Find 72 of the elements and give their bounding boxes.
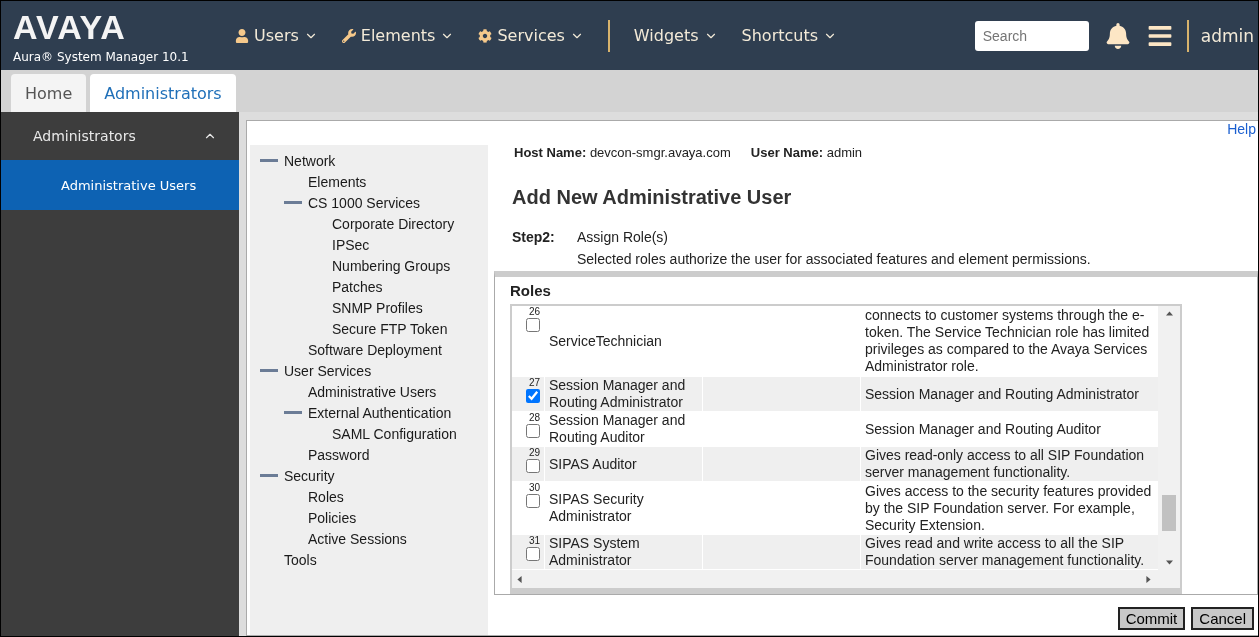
role-checkbox[interactable]: [526, 459, 540, 473]
row-number: 31: [528, 535, 540, 546]
help-link[interactable]: Help: [1227, 121, 1258, 137]
tree-link[interactable]: External Authentication: [308, 404, 452, 421]
tree-link[interactable]: Patches: [332, 278, 383, 295]
role-name: SIPAS Security Administrator: [544, 482, 702, 534]
roles-heading: Roles: [510, 282, 552, 299]
step-title: Assign Role(s): [577, 229, 670, 245]
row-number: 30: [528, 482, 540, 493]
tree-link[interactable]: Password: [308, 446, 370, 463]
row-number: 26: [528, 306, 540, 317]
tree-link[interactable]: Elements: [308, 173, 367, 190]
tree-link[interactable]: Active Sessions: [308, 530, 407, 547]
search-field[interactable]: Search: [974, 20, 1089, 51]
tree-link[interactable]: Security: [284, 467, 335, 484]
wrench-icon: [341, 28, 356, 43]
row-number: 29: [528, 447, 540, 458]
action-button[interactable]: Commit: [1117, 607, 1186, 630]
tree-link[interactable]: Software Deployment: [308, 341, 442, 358]
tab[interactable]: Administrators: [90, 74, 236, 112]
user-icon: [235, 28, 249, 43]
scroll-down-icon[interactable]: [1165, 559, 1173, 566]
role-checkbox[interactable]: [526, 424, 540, 438]
user-name[interactable]: admin: [1200, 25, 1254, 46]
host-name: Host Name: devcon-smgr.avaya.com: [514, 145, 731, 160]
tree-link[interactable]: Administrative Users: [308, 383, 437, 400]
tree-link[interactable]: Numbering Groups: [332, 257, 451, 274]
tree-link[interactable]: SAML Configuration: [332, 425, 457, 442]
sidebar-section[interactable]: Administrators: [1, 112, 239, 160]
tree-link[interactable]: CS 1000 Services: [308, 194, 421, 211]
vertical-scrollbar[interactable]: [1158, 306, 1180, 570]
page-title: Add New Administrative User: [512, 186, 793, 209]
tree-link[interactable]: User Services: [284, 362, 372, 379]
nav-menu[interactable]: Widgets: [621, 26, 730, 45]
user-name-text: User Name: admin: [750, 145, 863, 160]
tree-link[interactable]: Tools: [284, 551, 317, 568]
role-checkbox[interactable]: [526, 547, 540, 561]
role-checkbox[interactable]: [526, 318, 540, 332]
sidebar-item[interactable]: Administrative Users: [1, 160, 239, 210]
action-button[interactable]: Cancel: [1191, 607, 1254, 630]
role-checkbox[interactable]: [526, 389, 540, 403]
product-name: Aura® System Manager 10.1: [13, 49, 190, 64]
tab[interactable]: Home: [11, 74, 87, 112]
step-description: Selected roles authorize the user for associated features and element permissions.: [577, 251, 1092, 267]
role-name: SIPAS Auditor: [544, 447, 702, 481]
nav-menu[interactable]: Services: [466, 26, 596, 45]
horizontal-scrollbar[interactable]: [512, 570, 1180, 588]
nav-menu[interactable]: Elements: [329, 26, 467, 45]
tree-link[interactable]: SNMP Profiles: [332, 299, 423, 316]
tree-link[interactable]: Policies: [308, 509, 357, 526]
row-number: 28: [528, 412, 540, 423]
logo: AVAYA: [13, 7, 127, 46]
tree-link[interactable]: Roles: [308, 488, 344, 505]
role-checkbox[interactable]: [526, 494, 540, 508]
row-number: 27: [528, 377, 540, 388]
scroll-up-icon[interactable]: [1165, 310, 1173, 317]
tree-link[interactable]: Secure FTP Token: [332, 320, 448, 337]
tree-link[interactable]: Network: [284, 152, 336, 169]
role-name: ServiceTechnician: [544, 306, 702, 376]
role-name: SIPAS System Administrator: [544, 535, 702, 569]
tree-link[interactable]: IPSec: [332, 236, 370, 253]
nav-menu[interactable]: Users: [223, 26, 330, 45]
tree-link[interactable]: Corporate Directory: [332, 215, 455, 232]
scroll-thumb[interactable]: [1162, 495, 1176, 531]
step-label: Step2:: [512, 229, 556, 245]
scroll-left-icon[interactable]: [516, 575, 523, 583]
scroll-right-icon[interactable]: [1145, 575, 1152, 583]
gear-icon: [478, 28, 493, 43]
bell-icon[interactable]: [1104, 22, 1131, 49]
nav-menu[interactable]: Shortcuts: [729, 26, 850, 45]
role-name: Session Manager and Routing Auditor: [544, 412, 702, 446]
role-name: Session Manager and Routing Administrator: [544, 377, 702, 411]
